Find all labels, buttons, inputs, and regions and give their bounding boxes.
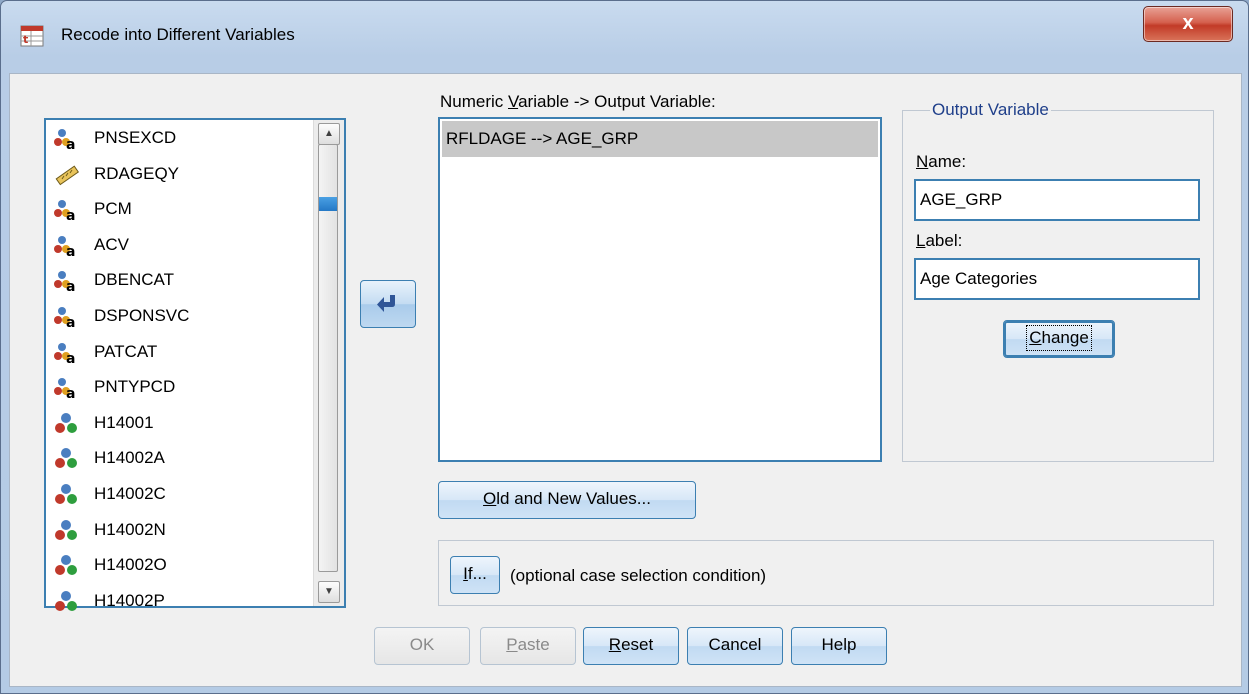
variable-name: PCM [94,199,132,219]
variable-name: H14002A [94,448,165,468]
svg-text:a: a [66,244,75,258]
svg-text:a: a [66,315,75,329]
variable-list-item[interactable]: a PCM [46,191,308,227]
output-variable-legend: Output Variable [930,100,1051,120]
change-button[interactable]: Change [1003,320,1115,358]
svg-text:a: a [66,208,75,222]
nominal-icon [55,519,77,540]
variable-list-item[interactable]: a DBENCAT [46,262,308,298]
scroll-down-button[interactable]: ▼ [318,581,340,603]
svg-text:a: a [66,137,75,151]
close-icon: x [1182,12,1194,34]
old-and-new-values-button[interactable]: Old and New Values... [438,481,696,519]
svg-text:a: a [66,351,75,365]
variable-list-item[interactable]: H14002A [46,440,308,476]
variable-name: DSPONSVC [94,305,190,325]
variable-list-item[interactable]: a PNSEXCD [46,120,308,156]
variable-name: H14002C [94,483,166,503]
recode-app-icon: t [20,25,44,47]
variable-name: H14002N [94,519,166,539]
nominal-icon [55,412,77,433]
variable-list-item[interactable]: RDAGEQY [46,156,308,192]
recode-mapping-row[interactable]: RFLDAGE --> AGE_GRP [442,121,878,157]
scroll-track[interactable] [318,144,338,572]
nominal-icon [55,555,77,576]
output-label-input[interactable]: Age Categories [914,258,1200,300]
svg-text:a: a [66,386,75,400]
nominal-string-icon: a [54,342,75,365]
variable-list-item[interactable]: a ACV [46,227,308,263]
nominal-string-icon: a [54,271,75,293]
arrow-left-icon [377,295,395,312]
window-title: Recode into Different Variables [61,25,295,44]
svg-text:a: a [66,279,75,293]
scroll-up-button[interactable]: ▲ [318,123,340,145]
variable-list-item[interactable]: H14002C [46,476,308,512]
variable-name: PNTYPCD [94,377,176,397]
ok-button[interactable]: OK [374,627,470,665]
svg-text:t: t [23,33,28,46]
nominal-icon [55,448,77,469]
variable-items: a PNSEXCD RDAGEQY a PCM a ACV a DBENCAT a DSPONSVC… [46,120,308,618]
nominal-string-icon: a [54,306,75,329]
nominal-string-icon: a [54,200,75,222]
variable-list-item[interactable]: H14001 [46,405,308,441]
nominal-icon [55,483,77,504]
variable-list-item[interactable]: H14002P [46,583,308,619]
nominal-string-icon: a [54,378,75,400]
variable-list-item[interactable]: a DSPONSVC [46,298,308,334]
scale-ruler-icon [55,165,80,185]
numeric-variable-label: Numeric Variable -> Output Variable: [440,92,716,111]
if-button[interactable]: If... [450,556,500,594]
close-button[interactable]: x [1143,6,1233,42]
variable-name: H14001 [94,412,154,432]
variable-name: DBENCAT [94,270,174,290]
variable-list-item[interactable]: a PNTYPCD [46,369,308,405]
variable-name: H14002O [94,555,167,575]
variable-name: PATCAT [94,341,158,361]
source-variable-list[interactable]: a PNSEXCD RDAGEQY a PCM a ACV a DBENCAT a DSPONSVC… [44,118,346,611]
cancel-button[interactable]: Cancel [687,627,783,665]
scroll-thumb[interactable] [319,197,337,211]
move-variable-button[interactable] [360,280,416,328]
paste-button[interactable]: Paste [480,627,576,665]
nominal-icon [55,590,77,611]
reset-button[interactable]: Reset [583,627,679,665]
variable-list-scrollbar[interactable]: ▲ ▼ [313,120,344,606]
nominal-string-icon: a [54,235,75,258]
dialog-client-area: a PNSEXCD RDAGEQY a PCM a ACV a DBENCAT a DSPONSVC… [9,73,1242,687]
label-label: Label: [916,231,963,250]
output-name-input[interactable]: AGE_GRP [914,179,1200,221]
dialog-window: t Recode into Different Variables x a PNS… [0,0,1249,694]
title-bar[interactable]: t Recode into Different Variables x [1,1,1248,73]
if-condition-description: (optional case selection condition) [510,566,767,585]
name-label: Name: [916,152,967,171]
variable-list-item[interactable]: H14002N [46,512,308,548]
variable-name: RDAGEQY [94,163,180,183]
variable-list-item[interactable]: a PATCAT [46,334,308,370]
variable-name: ACV [94,234,129,254]
variable-name: H14002P [94,590,165,610]
variable-name: PNSEXCD [94,128,177,147]
nominal-string-icon: a [54,129,75,151]
recode-mapping-list[interactable]: RFLDAGE --> AGE_GRP [438,117,882,462]
variable-list-item[interactable]: H14002O [46,547,308,583]
help-button[interactable]: Help [791,627,887,665]
